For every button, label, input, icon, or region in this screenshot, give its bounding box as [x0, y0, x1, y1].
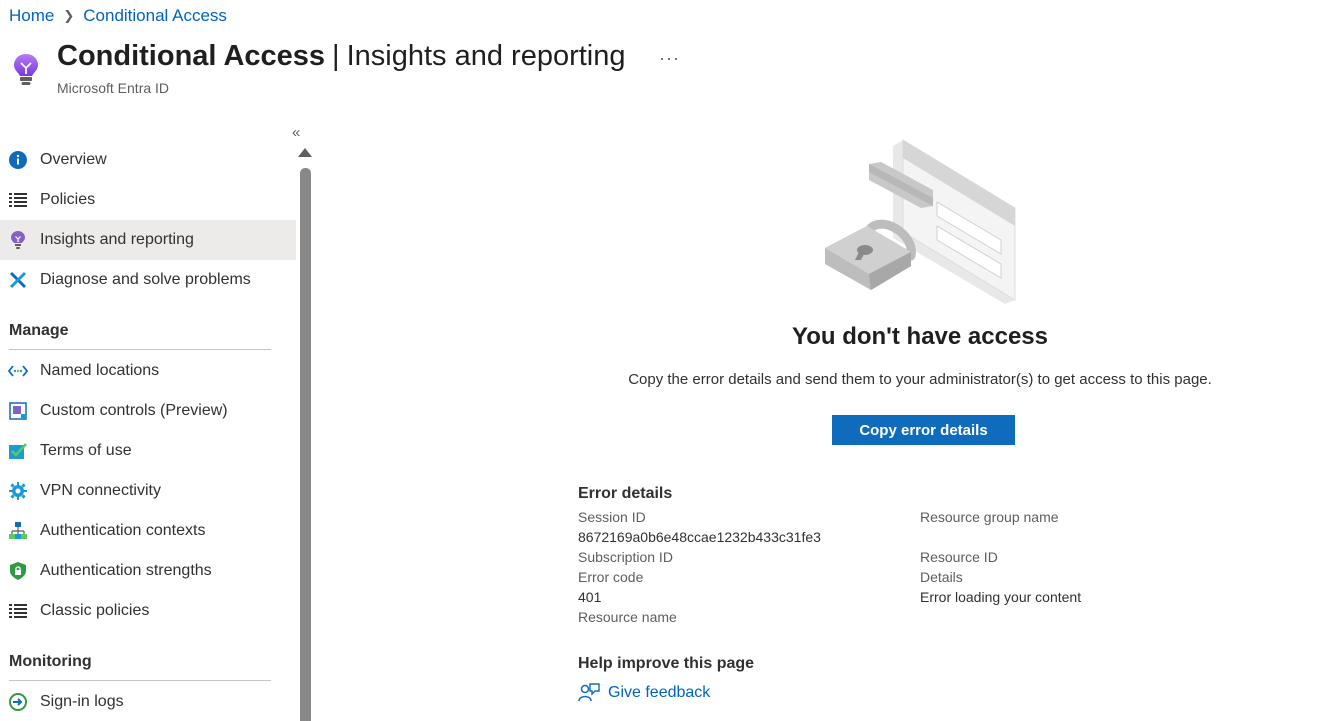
location-icon	[8, 362, 28, 380]
session-id-value: 8672169a0b6e48ccae1232b433c31fe3	[578, 529, 821, 545]
no-access-heading: You don't have access	[791, 323, 1049, 350]
breadcrumb-home-link[interactable]: Home	[9, 6, 54, 26]
gear-icon	[8, 482, 28, 500]
sidebar-item-authentication-contexts[interactable]: Authentication contexts	[0, 511, 296, 551]
sidebar-scrollbar[interactable]	[300, 168, 311, 721]
sign-in-icon	[8, 693, 28, 711]
help-improve-title: Help improve this page	[578, 655, 755, 672]
copy-error-details-button[interactable]: Copy error details	[832, 415, 1015, 445]
sidebar: Overview Policies Insights and reporting…	[0, 140, 296, 721]
sidebar-item-label: Diagnose and solve problems	[40, 271, 251, 288]
give-feedback-label: Give feedback	[608, 684, 711, 701]
title-separator: |	[332, 40, 340, 72]
resource-id-label: Resource ID	[920, 549, 998, 565]
more-options-button[interactable]: ···	[659, 48, 680, 69]
sidebar-section-monitoring: Monitoring	[9, 653, 92, 670]
sidebar-item-policies[interactable]: Policies	[0, 180, 296, 220]
sidebar-item-insights-and-reporting[interactable]: Insights and reporting	[0, 220, 296, 260]
subscription-id-label: Subscription ID	[578, 549, 673, 565]
sidebar-item-label: Authentication strengths	[40, 562, 212, 579]
lightbulb-icon	[14, 54, 38, 85]
shield-lock-icon	[8, 562, 28, 580]
chevron-right-icon: ❯	[63, 8, 75, 23]
error-code-label: Error code	[578, 569, 644, 585]
sidebar-section-manage: Manage	[9, 322, 69, 339]
custom-controls-icon	[8, 402, 28, 420]
breadcrumb: Home ❯ Conditional Access	[9, 6, 227, 26]
resource-name-label: Resource name	[578, 609, 677, 625]
sidebar-item-label: Custom controls (Preview)	[40, 402, 228, 419]
wrench-icon	[8, 271, 28, 289]
sidebar-item-label: Terms of use	[40, 442, 132, 459]
sidebar-divider	[9, 349, 271, 350]
page-title: Conditional Access | Insights and reportin…	[57, 40, 626, 73]
sidebar-item-authentication-strengths[interactable]: Authentication strengths	[0, 551, 296, 591]
no-access-description: Copy the error details and send them to …	[628, 371, 1212, 388]
sidebar-item-sign-in-logs[interactable]: Sign-in logs	[0, 682, 296, 721]
lock-illustration	[825, 139, 1016, 304]
breadcrumb-conditional-access-link[interactable]: Conditional Access	[83, 6, 227, 26]
sidebar-item-classic-policies[interactable]: Classic policies	[0, 591, 296, 631]
details-value: Error loading your content	[920, 589, 1082, 605]
page-subtitle: Microsoft Entra ID	[57, 80, 170, 96]
sidebar-item-diagnose-and-solve-problems[interactable]: Diagnose and solve problems	[0, 260, 296, 300]
sidebar-item-label: Sign-in logs	[40, 693, 124, 710]
list-icon	[8, 602, 28, 620]
list-icon	[8, 191, 28, 209]
sidebar-item-label: Named locations	[40, 362, 160, 379]
hierarchy-icon	[8, 522, 28, 540]
page-title-section: Insights and reporting	[346, 40, 626, 72]
collapse-sidebar-button[interactable]: «	[292, 124, 300, 141]
lightbulb-icon	[8, 231, 28, 249]
sidebar-item-terms-of-use[interactable]: Terms of use	[0, 431, 296, 471]
sidebar-item-named-locations[interactable]: Named locations	[0, 351, 296, 391]
resource-group-name-label: Resource group name	[920, 509, 1059, 525]
sidebar-item-label: Insights and reporting	[40, 231, 194, 248]
page-title-main: Conditional Access	[57, 40, 326, 72]
sidebar-item-label: Classic policies	[40, 602, 150, 619]
error-details-title: Error details	[578, 485, 673, 502]
sidebar-item-vpn-connectivity[interactable]: VPN connectivity	[0, 471, 296, 511]
sidebar-item-overview[interactable]: Overview	[0, 140, 296, 180]
sidebar-item-label: Overview	[40, 151, 107, 168]
give-feedback-link[interactable]: Give feedback	[578, 683, 710, 703]
sidebar-divider	[9, 680, 271, 681]
sidebar-item-label: Authentication contexts	[40, 522, 206, 539]
info-icon	[8, 151, 28, 169]
feedback-icon	[578, 683, 600, 702]
error-code-value: 401	[578, 589, 602, 605]
session-id-label: Session ID	[578, 509, 646, 525]
scroll-up-arrow-icon[interactable]	[298, 148, 312, 157]
sidebar-item-label: Policies	[40, 191, 96, 208]
checkmark-icon	[8, 442, 28, 460]
details-label: Details	[920, 569, 963, 585]
sidebar-item-label: VPN connectivity	[40, 482, 161, 499]
sidebar-item-custom-controls[interactable]: Custom controls (Preview)	[0, 391, 296, 431]
